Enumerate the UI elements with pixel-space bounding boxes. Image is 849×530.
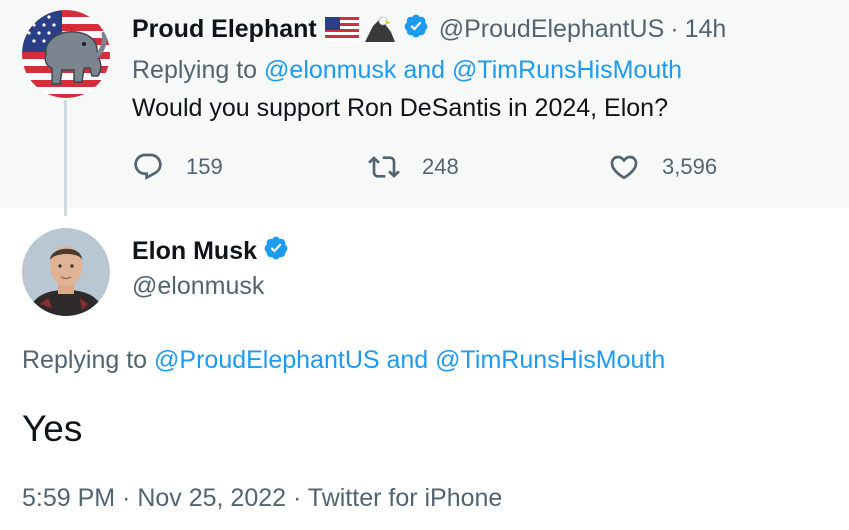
avatar[interactable] (22, 228, 110, 316)
retweet-button[interactable]: 248 (368, 150, 459, 184)
handle[interactable]: @elonmusk (132, 272, 264, 301)
reply-count: 159 (186, 154, 223, 179)
mention-link[interactable]: @TimRunsHisMouth (452, 56, 682, 84)
tweet-text: Would you support Ron DeSantis in 2024, … (132, 94, 668, 122)
like-button[interactable]: 3,596 (608, 150, 717, 184)
mention-link[interactable]: @ProudElephantUS (154, 346, 380, 374)
parent-header: Proud Elephant @ProudElephantUS · 14h (132, 12, 726, 46)
mention-link[interactable]: @elonmusk (264, 56, 396, 84)
profile-photo-image (22, 228, 110, 316)
separator-dot: · (670, 14, 679, 43)
retweet-count: 248 (422, 154, 459, 179)
replying-to: Replying to @elonmusk and @TimRunsHisMou… (132, 56, 682, 85)
mention-link[interactable]: @TimRunsHisMouth (435, 346, 665, 374)
and-label: and (386, 346, 429, 374)
heart-icon (610, 155, 638, 180)
reply-bubble-icon (134, 153, 162, 180)
verified-badge-icon (403, 13, 429, 46)
main-header: Elon Musk (132, 234, 289, 268)
replying-to-label: Replying to (22, 346, 148, 374)
timestamp[interactable]: 14h (685, 15, 727, 44)
parent-tweet[interactable]: Proud Elephant @ProudElephantUS · 14h Re… (0, 0, 849, 216)
like-count: 3,596 (662, 154, 718, 179)
eagle-icon (363, 14, 397, 44)
display-name[interactable]: Proud Elephant (132, 15, 317, 44)
reply-button[interactable]: 159 (132, 150, 223, 184)
replying-to-label: Replying to (132, 56, 258, 84)
thread-connector-line (64, 100, 67, 216)
avatar[interactable] (22, 10, 110, 98)
replying-to: Replying to @ProudElephantUS and @TimRun… (22, 346, 665, 375)
elephant-flag-avatar-image (22, 10, 110, 98)
tweet-text: Yes (22, 408, 83, 449)
tweet-timestamp[interactable]: 5:59 PM · Nov 25, 2022 · Twitter for iPh… (22, 484, 502, 513)
flag-usa-icon (324, 17, 359, 41)
retweet-icon (368, 156, 400, 178)
and-label: and (403, 56, 446, 84)
handle[interactable]: @ProudElephantUS (439, 15, 665, 44)
verified-badge-icon (263, 235, 289, 268)
display-name[interactable]: Elon Musk (132, 237, 257, 266)
